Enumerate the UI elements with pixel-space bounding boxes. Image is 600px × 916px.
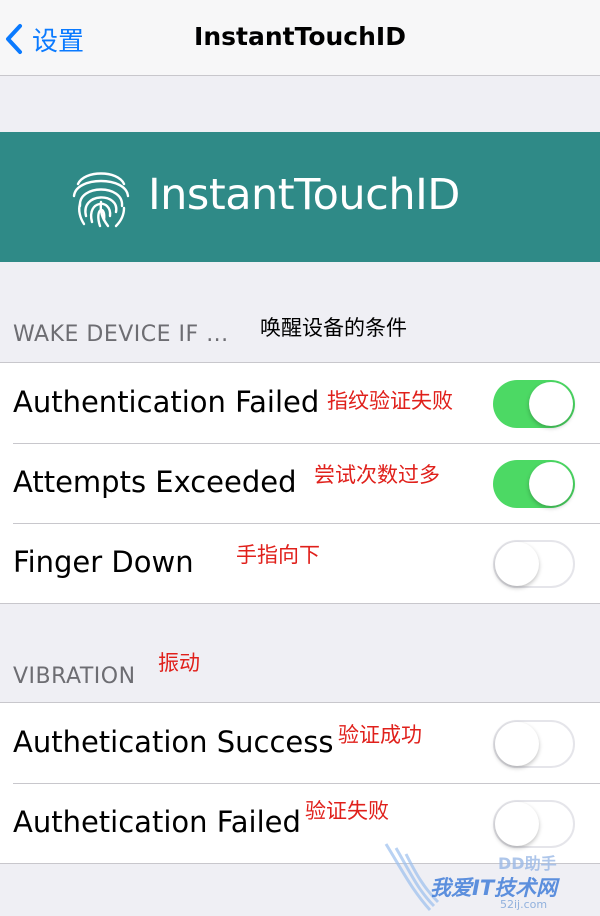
toggle-knob (529, 382, 573, 426)
section-header-vibration: VIBRATION (13, 664, 136, 689)
fingerprint-icon (72, 172, 130, 228)
navigation-bar: 设置 InstantTouchID (0, 0, 600, 76)
setting-label: Attempts Exceeded (13, 465, 297, 499)
annotation-label: 指纹验证失败 (327, 389, 453, 413)
banner-title: InstantTouchID (148, 170, 460, 220)
annotation-wake: 唤醒设备的条件 (260, 316, 407, 340)
section-header-wake: WAKE DEVICE IF ... (13, 322, 229, 347)
watermark-site: 52ij.com (500, 898, 548, 911)
toggle-knob (495, 722, 539, 766)
setting-row-attempts-exceeded: Attempts Exceeded 尝试次数过多 (0, 443, 600, 523)
setting-label: Finger Down (13, 545, 194, 579)
annotation-label: 验证成功 (338, 723, 422, 747)
annotation-vibration: 振动 (158, 651, 200, 675)
annotation-label: 手指向下 (236, 543, 320, 567)
setting-label: Authentication Failed (13, 385, 320, 419)
annotation-label: 验证失败 (305, 799, 389, 823)
toggle-switch[interactable] (493, 720, 575, 768)
toggle-switch[interactable] (493, 460, 575, 508)
setting-row-finger-down: Finger Down 手指向下 (0, 523, 600, 603)
toggle-switch[interactable] (493, 380, 575, 428)
wake-settings-group: Authentication Failed 指纹验证失败 Attempts Ex… (0, 362, 600, 604)
setting-row-authetication-success: Authetication Success 验证成功 (0, 703, 600, 783)
toggle-knob (495, 542, 539, 586)
watermark-brand: DD助手 (498, 854, 557, 873)
toggle-switch[interactable] (493, 540, 575, 588)
toggle-knob (529, 462, 573, 506)
setting-label: Authetication Success (13, 725, 334, 759)
page-title: InstantTouchID (194, 22, 406, 51)
setting-label: Authetication Failed (13, 805, 301, 839)
setting-row-authentication-failed: Authentication Failed 指纹验证失败 (0, 363, 600, 443)
annotation-label: 尝试次数过多 (314, 463, 440, 487)
